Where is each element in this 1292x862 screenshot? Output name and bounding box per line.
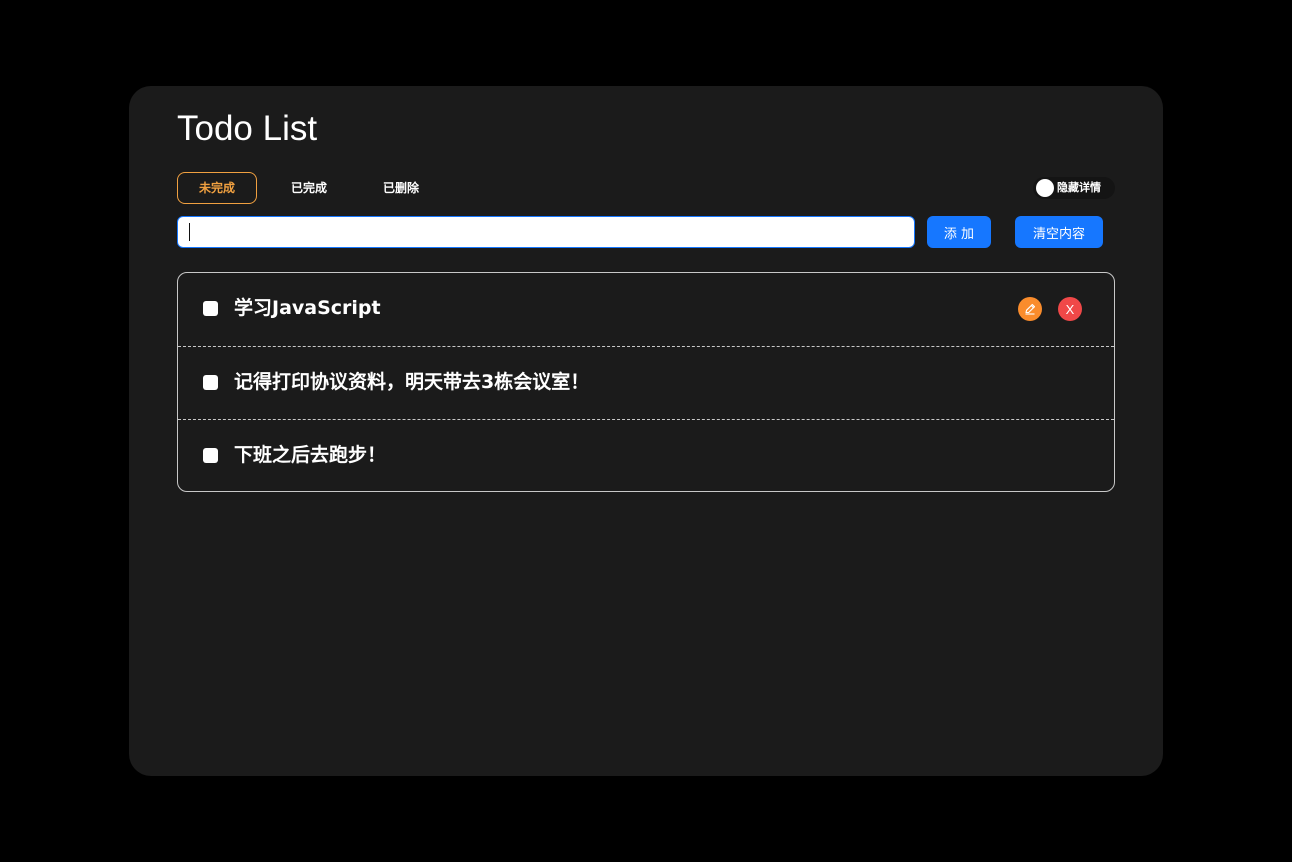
toggle-label: 隐藏详情 (1057, 181, 1101, 194)
todo-text: 下班之后去跑步！ (234, 444, 387, 466)
todo-input[interactable] (177, 216, 915, 248)
tab-deleted[interactable]: 已删除 (361, 172, 441, 204)
edit-button[interactable] (1018, 297, 1042, 321)
page-title: Todo List (177, 109, 318, 148)
toggle-knob (1036, 179, 1054, 197)
todo-item: 学习JavaScript X (178, 273, 1114, 346)
todo-checkbox[interactable] (203, 448, 218, 463)
clear-button[interactable]: 清空内容 (1015, 216, 1103, 248)
todo-checkbox[interactable] (203, 301, 218, 316)
hide-details-toggle[interactable]: 隐藏详情 (1033, 177, 1115, 199)
add-button[interactable]: 添 加 (927, 216, 991, 248)
delete-button[interactable]: X (1058, 297, 1082, 321)
tab-finished[interactable]: 已完成 (269, 172, 349, 204)
todo-text: 学习JavaScript (234, 297, 381, 319)
text-caret (189, 223, 190, 241)
todo-text: 记得打印协议资料，明天带去3栋会议室！ (234, 371, 590, 393)
todo-item: 下班之后去跑步！ (178, 419, 1114, 492)
todo-item: 记得打印协议资料，明天带去3栋会议室！ (178, 346, 1114, 419)
todo-card: Todo List 未完成 已完成 已删除 隐藏详情 添 加 清空内容 学习Ja… (129, 86, 1163, 776)
tab-unfinished[interactable]: 未完成 (177, 172, 257, 204)
pencil-icon (1025, 303, 1036, 315)
todo-checkbox[interactable] (203, 375, 218, 390)
todo-list: 学习JavaScript X 记得打印协议资料，明天带去3栋会议室！ 下班之后去… (177, 272, 1115, 492)
